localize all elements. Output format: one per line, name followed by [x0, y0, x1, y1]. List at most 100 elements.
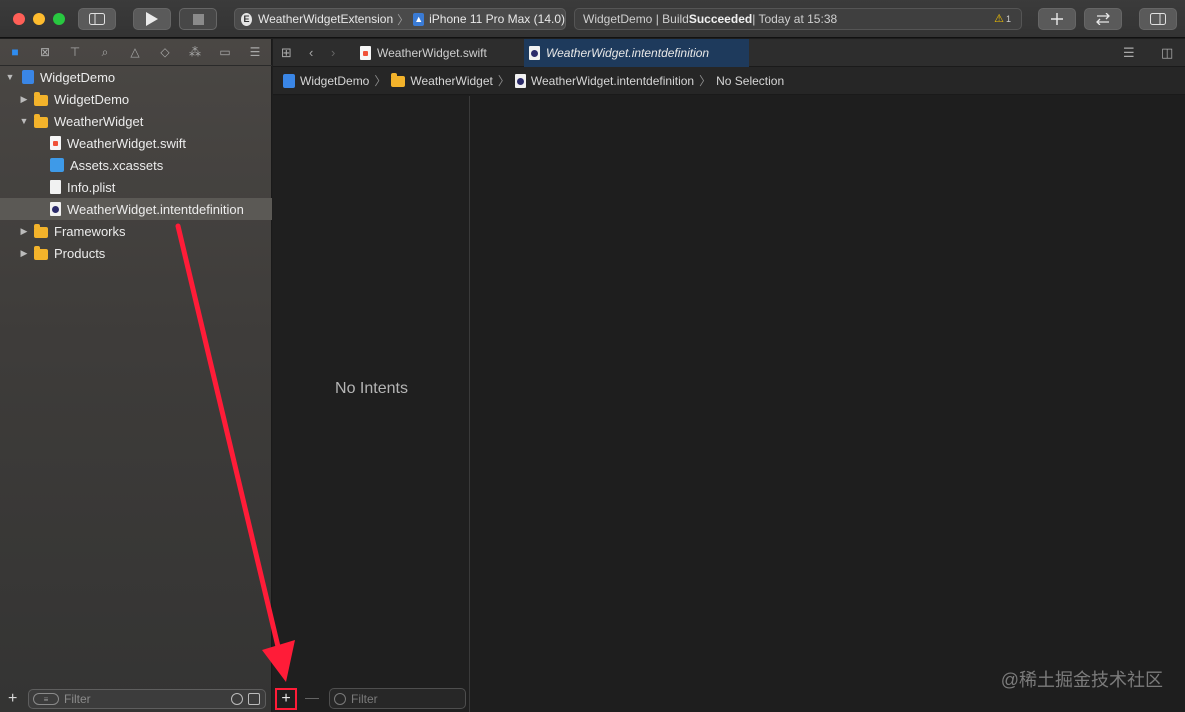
tree-row-folder[interactable]: ▶ WidgetDemo — [0, 88, 272, 110]
stop-icon — [192, 13, 204, 25]
tab-weatherwidget-intentdefinition[interactable]: WeatherWidget.intentdefinition — [524, 39, 749, 67]
breadcrumb-file[interactable]: WeatherWidget.intentdefinition — [531, 74, 694, 88]
simulator-icon: ▲ — [413, 12, 425, 26]
hierarchy-icon: ⊤ — [69, 45, 81, 59]
chevron-right-icon: 〉 — [397, 12, 410, 27]
swift-file-icon — [360, 46, 371, 60]
intent-filter-field[interactable]: Filter — [329, 688, 466, 709]
toggle-navigator-button[interactable] — [78, 8, 116, 30]
disclosure-collapsed-icon[interactable]: ▶ — [18, 226, 30, 237]
warning-icon: ⚠ — [994, 13, 1004, 25]
library-button[interactable] — [1038, 8, 1076, 30]
debug-navigator-tab[interactable]: ⁂ — [180, 39, 210, 66]
tree-row-folder[interactable]: ▼ WeatherWidget — [0, 110, 272, 132]
add-intent-button[interactable]: + — [275, 688, 297, 710]
folder-icon — [34, 245, 48, 260]
forward-arrow-icon[interactable]: › — [331, 45, 335, 60]
file-tree: ▼ WidgetDemo ▶ WidgetDemo ▼ WeatherWidge… — [0, 66, 272, 264]
add-file-button[interactable]: + — [8, 690, 22, 708]
editor-options-icon[interactable]: ☰ — [1123, 45, 1135, 61]
tree-row-label: WeatherWidget.intentdefinition — [67, 201, 244, 217]
intent-list-footer: + — Filter — [273, 685, 470, 712]
intent-filter-placeholder: Filter — [351, 691, 378, 706]
navigator-footer: + ≡ Filter — [0, 685, 272, 712]
folder-icon — [34, 91, 48, 106]
filter-icon — [334, 692, 346, 705]
breakpoint-navigator-tab[interactable]: ▭ — [210, 39, 240, 66]
warning-count: 1 — [1005, 14, 1011, 24]
code-review-button[interactable] — [1084, 8, 1122, 30]
intent-file-icon — [514, 73, 526, 88]
symbol-navigator-tab[interactable]: ⊤ — [60, 39, 90, 66]
tree-row-folder[interactable]: ▶ Products — [0, 242, 272, 264]
plist-file-icon — [50, 180, 61, 194]
spray-icon: ⁂ — [189, 45, 201, 59]
navigator-filter-field[interactable]: ≡ Filter — [28, 689, 266, 709]
chevron-right-icon: 〉 — [374, 74, 387, 88]
intent-file-icon — [529, 46, 540, 60]
report-icon: ☰ — [249, 45, 261, 59]
tab-weatherwidget-swift[interactable]: WeatherWidget.swift — [355, 39, 525, 67]
asset-catalog-icon — [50, 158, 64, 172]
test-navigator-tab[interactable]: ◇ — [150, 39, 180, 66]
source-control-tab[interactable]: ⊠ — [30, 39, 60, 66]
toggle-inspector-button[interactable] — [1139, 8, 1177, 30]
folder-icon — [34, 223, 48, 238]
minimize-window-button[interactable] — [33, 13, 45, 25]
scheme-selector[interactable]: E WeatherWidgetExtension 〉 ▲ iPhone 11 P… — [234, 8, 566, 30]
search-icon: ⌕ — [101, 44, 109, 59]
report-navigator-tab[interactable]: ☰ — [240, 39, 270, 66]
tree-row-file[interactable]: Assets.xcassets — [0, 154, 272, 176]
navigator-tab-bar: ■ ⊠ ⊤ ⌕ △ ◇ ⁂ ▭ ☰ — [0, 39, 272, 66]
navigator-filter-placeholder: Filter — [64, 692, 91, 706]
filter-options-icon[interactable]: ≡ — [33, 693, 59, 705]
breadcrumb-folder[interactable]: WeatherWidget — [410, 74, 492, 88]
zoom-window-button[interactable] — [53, 13, 65, 25]
issue-navigator-tab[interactable]: △ — [120, 39, 150, 66]
tree-row-label: Assets.xcassets — [70, 157, 164, 173]
diamond-icon: ◇ — [160, 45, 170, 59]
jump-bar: WidgetDemo 〉 WeatherWidget 〉 WeatherWidg… — [273, 67, 1185, 95]
source-control-filter-icon[interactable] — [248, 693, 260, 705]
stop-button[interactable] — [179, 8, 217, 30]
folder-tab-icon: ■ — [11, 45, 19, 59]
activity-status[interactable]: WidgetDemo | Build Succeeded | Today at … — [574, 8, 1022, 30]
chevron-right-icon: 〉 — [699, 74, 712, 88]
chevron-right-icon: 〉 — [497, 74, 510, 88]
tree-row-label: WidgetDemo — [54, 91, 130, 107]
tree-row-folder[interactable]: ▶ Frameworks — [0, 220, 272, 242]
tree-row-file[interactable]: WeatherWidget.swift — [0, 132, 272, 154]
recent-files-icon[interactable] — [231, 693, 243, 705]
status-prefix: WidgetDemo | Build — [583, 12, 689, 26]
warning-triangle-icon: △ — [130, 45, 140, 59]
split-editor-icon[interactable]: ◫ — [1161, 45, 1173, 61]
swift-file-icon — [50, 136, 61, 150]
disclosure-collapsed-icon[interactable]: ▶ — [18, 94, 30, 105]
disclosure-expanded-icon[interactable]: ▼ — [4, 72, 16, 82]
run-button[interactable] — [133, 8, 171, 30]
scheme-target-label: WeatherWidgetExtension — [257, 12, 394, 26]
project-icon — [283, 73, 295, 88]
breadcrumb-project[interactable]: WidgetDemo — [300, 74, 369, 88]
find-navigator-tab[interactable]: ⌕ — [90, 39, 120, 66]
warning-indicator[interactable]: ⚠ 1 — [994, 12, 1011, 25]
close-window-button[interactable] — [13, 13, 25, 25]
breakpoint-icon: ▭ — [219, 45, 231, 59]
back-arrow-icon[interactable]: ‹ — [309, 45, 313, 60]
tab-label: WeatherWidget.swift — [377, 46, 487, 60]
tree-row-file-selected[interactable]: WeatherWidget.intentdefinition — [0, 198, 272, 220]
extension-icon: E — [241, 12, 252, 26]
breadcrumb-selection[interactable]: No Selection — [716, 74, 784, 88]
folder-icon — [34, 113, 48, 128]
tree-row-project[interactable]: ▼ WidgetDemo — [0, 66, 272, 88]
remove-intent-button[interactable]: — — [305, 689, 319, 705]
tree-row-file[interactable]: Info.plist — [0, 176, 272, 198]
status-result: Succeeded — [688, 12, 753, 26]
related-items-icon[interactable]: ⊞ — [281, 45, 292, 61]
source-control-icon: ⊠ — [39, 45, 51, 59]
project-navigator-tab[interactable]: ■ — [0, 39, 30, 66]
tree-row-label: WeatherWidget — [54, 113, 144, 129]
disclosure-expanded-icon[interactable]: ▼ — [18, 116, 30, 126]
disclosure-collapsed-icon[interactable]: ▶ — [18, 248, 30, 259]
tree-row-label: WidgetDemo — [40, 69, 116, 85]
